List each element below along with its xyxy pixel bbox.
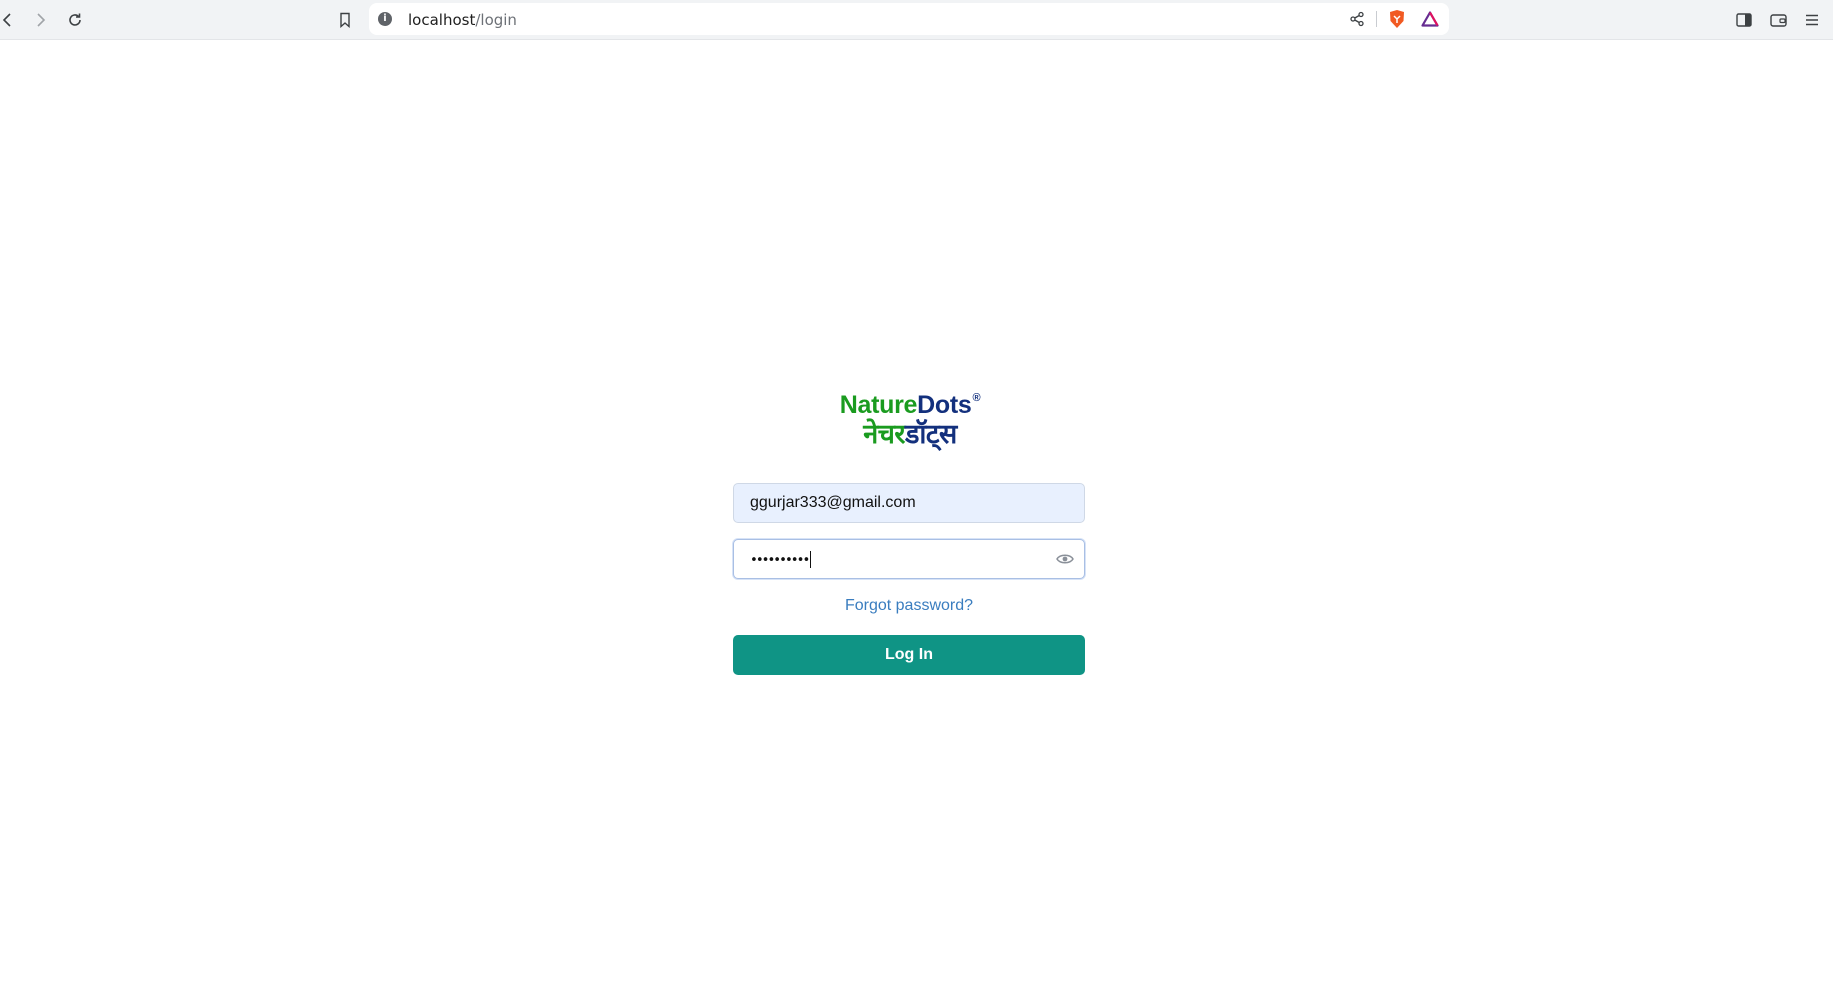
share-button[interactable]	[1345, 7, 1369, 31]
brave-rewards-button[interactable]	[1418, 7, 1442, 31]
back-icon	[2, 13, 11, 27]
reload-icon	[69, 13, 81, 26]
registered-mark: ®	[972, 392, 981, 404]
reload-button[interactable]	[61, 6, 89, 34]
brave-rewards-icon	[1421, 11, 1439, 27]
menu-icon	[1806, 14, 1818, 26]
browser-toolbar: i localhost/login	[0, 0, 1833, 40]
address-bar[interactable]: i localhost/login	[369, 3, 1449, 35]
password-mask: ••••••••••	[750, 551, 812, 568]
sidebar-icon	[1736, 13, 1752, 27]
url-host: localhost	[408, 11, 476, 29]
forgot-password-link[interactable]: Forgot password?	[733, 597, 1085, 615]
forward-button[interactable]	[26, 6, 54, 34]
site-info-icon[interactable]: i	[378, 12, 392, 26]
logo-hindi: नेचरडॉट्स	[820, 420, 1000, 450]
brand-logo: NatureDots® नेचरडॉट्स	[820, 383, 1000, 450]
logo-name-part2: Dots	[917, 391, 972, 419]
wallet-icon	[1769, 14, 1787, 27]
login-button[interactable]: Log In	[733, 635, 1085, 675]
brave-shields-button[interactable]	[1385, 7, 1409, 31]
email-field[interactable]: ggurjar333@gmail.com	[733, 483, 1085, 523]
logo-english: NatureDots®	[820, 383, 1000, 420]
brave-shields-icon	[1390, 10, 1404, 28]
email-value: ggurjar333@gmail.com	[750, 494, 916, 511]
bookmark-icon	[340, 12, 350, 28]
address-bar-divider	[1376, 11, 1377, 27]
forward-icon	[37, 13, 46, 27]
logo-name-part1: Nature	[839, 391, 918, 419]
password-field[interactable]: ••••••••••	[733, 539, 1085, 579]
share-icon	[1350, 11, 1364, 27]
eye-icon[interactable]	[1056, 552, 1074, 566]
url-text[interactable]: localhost/login	[408, 11, 517, 29]
main-menu-button[interactable]	[1798, 6, 1826, 34]
url-path: /login	[475, 11, 517, 29]
back-button[interactable]	[0, 6, 22, 34]
bookmark-button[interactable]	[331, 6, 359, 34]
wallet-button[interactable]	[1764, 6, 1792, 34]
logo-hindi-part2: डॉट्स	[904, 419, 957, 450]
logo-hindi-part1: नेचर	[863, 419, 905, 450]
password-mask-text: ••••••••••	[750, 553, 810, 568]
sidebar-toggle-button[interactable]	[1730, 6, 1758, 34]
text-caret	[810, 551, 812, 568]
